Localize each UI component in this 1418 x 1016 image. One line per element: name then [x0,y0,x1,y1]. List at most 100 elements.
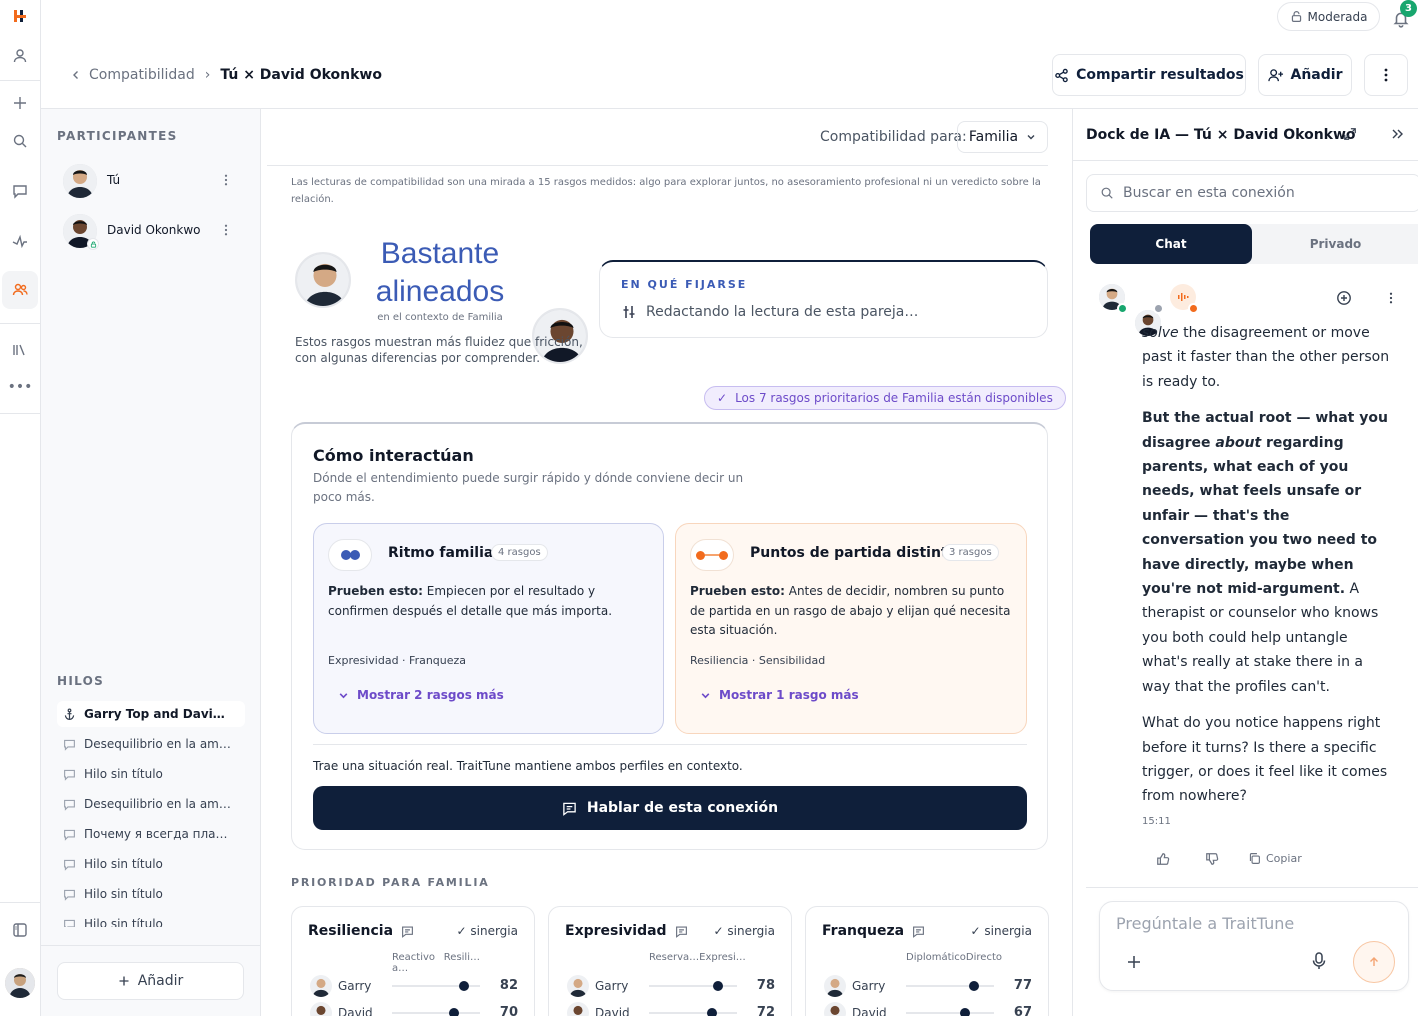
thread-item-active[interactable]: Garry Top and Davi… [57,701,245,727]
search-icon[interactable] [4,125,36,157]
chevron-down-icon [701,692,710,698]
app-rail: ••• [0,0,41,1016]
starts-try: Prueben esto: Antes de decidir, nombren … [690,582,1015,641]
thread-item[interactable]: Hilo sin título [57,851,245,877]
thread-label: Hilo sin título [84,887,163,901]
trait-card[interactable]: Franqueza ✓ sinergia Diplomático Directo Gar… [805,906,1049,1016]
sliders-icon [623,306,635,318]
thumbs-down-icon[interactable] [1205,852,1219,866]
trait-card[interactable]: Resiliencia ✓ sinergia Reactivo a… Resili… G… [291,906,535,1016]
user-icon[interactable] [4,40,36,72]
plus-icon[interactable] [4,87,36,119]
collapse-dock-icon[interactable] [1391,128,1403,140]
trait-scale-left: Diplomático [906,952,966,963]
add-thread-button[interactable]: Añadir [57,962,244,1000]
thread-item[interactable]: Hilo sin título [57,761,245,787]
thread-item[interactable]: Hilo sin título [57,881,245,907]
trait-name: Expresividad [565,923,667,939]
tab-private[interactable]: Privado [1253,224,1418,264]
talk-about-connection-button[interactable]: Hablar de esta conexión [313,786,1027,830]
share-icon [1055,68,1068,82]
more-vertical-icon [1384,68,1388,82]
sidebar-toggle-icon[interactable] [4,914,36,946]
message-icon [64,829,75,841]
header-more-button[interactable] [1364,54,1408,96]
trait-person-name: David [852,1006,887,1016]
rhythm-show-more[interactable]: Mostrar 2 rasgos más [338,688,504,702]
trait-person-name: Garry [338,979,372,993]
microphone-icon[interactable] [1312,952,1326,970]
participant-menu-icon[interactable] [224,174,228,186]
online-status-dot [1117,303,1128,314]
composer-input[interactable]: Pregúntale a TraitTune [1116,914,1294,933]
copy-icon [1249,853,1260,864]
thread-label: Garry Top and Davi… [84,707,225,721]
compatibility-icon[interactable] [2,271,38,309]
priority-available-badge: ✓ Los 7 rasgos prioritarios de Familia e… [704,386,1066,410]
interaction-card: Cómo interactúan Dónde el entendimiento … [291,422,1048,850]
notification-count-badge: 3 [1400,0,1417,17]
trait-name: Resiliencia [308,923,394,939]
trait-scale-right: Expresi… [699,952,746,963]
participant-menu-icon[interactable] [224,224,228,236]
trait-marker [959,1008,970,1016]
message-icon [64,919,75,927]
trait-marker [448,1008,459,1016]
starts-show-more[interactable]: Mostrar 1 rasgo más [700,688,859,702]
thread-label: Hilo sin título [84,917,163,927]
assistant-status-dot [1188,303,1199,314]
account-avatar[interactable] [5,968,35,998]
participant-row[interactable]: Tú [57,161,245,201]
attach-plus-icon[interactable] [1126,954,1142,970]
participant-name: Tú [107,173,121,187]
copy-label: Copiar [1266,852,1302,865]
dock-title: Dock de IA — Tú × David Okonkwo [1086,127,1356,143]
thread-item-clipped[interactable]: Hilo sin título [57,911,245,927]
rhythm-show-more-label: Mostrar 2 rasgos más [357,688,504,702]
message-icon [64,889,75,901]
chat-icon[interactable] [4,175,36,207]
dock-search-input[interactable]: Buscar en esta conexión [1086,174,1418,212]
trait-track [392,1012,480,1014]
arrow-up-icon [1370,957,1378,966]
participant-name: David Okonkwo [107,223,201,237]
trait-person-avatar [567,1002,589,1016]
chevron-down-icon [339,692,348,698]
thread-item[interactable]: Desequilibrio en la am… [57,791,245,817]
priority-title: PRIORIDAD PARA FAMILIA [291,876,490,889]
trait-track [649,985,737,987]
activity-icon[interactable] [4,225,36,257]
trait-card[interactable]: Expresividad ✓ sinergia Reserva… Expresi… Ga… [548,906,792,1016]
priority-badge-text: Los 7 rasgos prioritarios de Familia est… [735,391,1053,405]
tab-chat[interactable]: Chat [1090,224,1252,264]
trait-scale-right: Resili… [443,952,480,963]
thread-item[interactable]: Почему я всегда пла… [57,821,245,847]
breadcrumb-current: Tú × David Okonkwo [220,67,382,83]
notifications-button[interactable]: 3 [1390,0,1417,28]
copy-button[interactable]: Copiar [1248,852,1302,865]
library-icon[interactable] [4,334,36,366]
message-icon [64,769,75,781]
context-select[interactable]: Familia [957,121,1048,153]
new-chat-icon[interactable] [1336,290,1352,306]
verdict-description: Estos rasgos muestran más fluidez que fr… [295,335,583,365]
watch-title: EN QUÉ FIJARSE [621,278,748,291]
trait-marker [712,981,723,991]
trait-title: Resiliencia [308,923,414,939]
breadcrumb-parent[interactable]: Compatibilidad [89,67,195,83]
share-results-button[interactable]: Compartir resultados [1052,54,1246,96]
add-participant-button[interactable]: Añadir [1258,54,1352,96]
more-icon[interactable]: ••• [4,371,36,403]
participant-row[interactable]: David Okonkwo [57,211,245,251]
thread-label: Hilo sin título [84,857,163,871]
expand-icon[interactable] [1343,127,1357,141]
starts-try-label: Prueben esto: [690,584,785,598]
thumbs-up-icon[interactable] [1156,852,1170,866]
add-participant-label: Añadir [1290,67,1343,83]
dock-more-icon[interactable] [1389,292,1393,304]
chat-scroll-area[interactable]: solve the disagreement or move past it f… [1073,318,1418,894]
thread-item[interactable]: Desequilibrio en la am… [57,731,245,757]
send-button[interactable] [1353,941,1395,983]
app-logo-icon[interactable] [4,0,36,32]
mode-badge[interactable]: Moderada [1277,2,1380,31]
